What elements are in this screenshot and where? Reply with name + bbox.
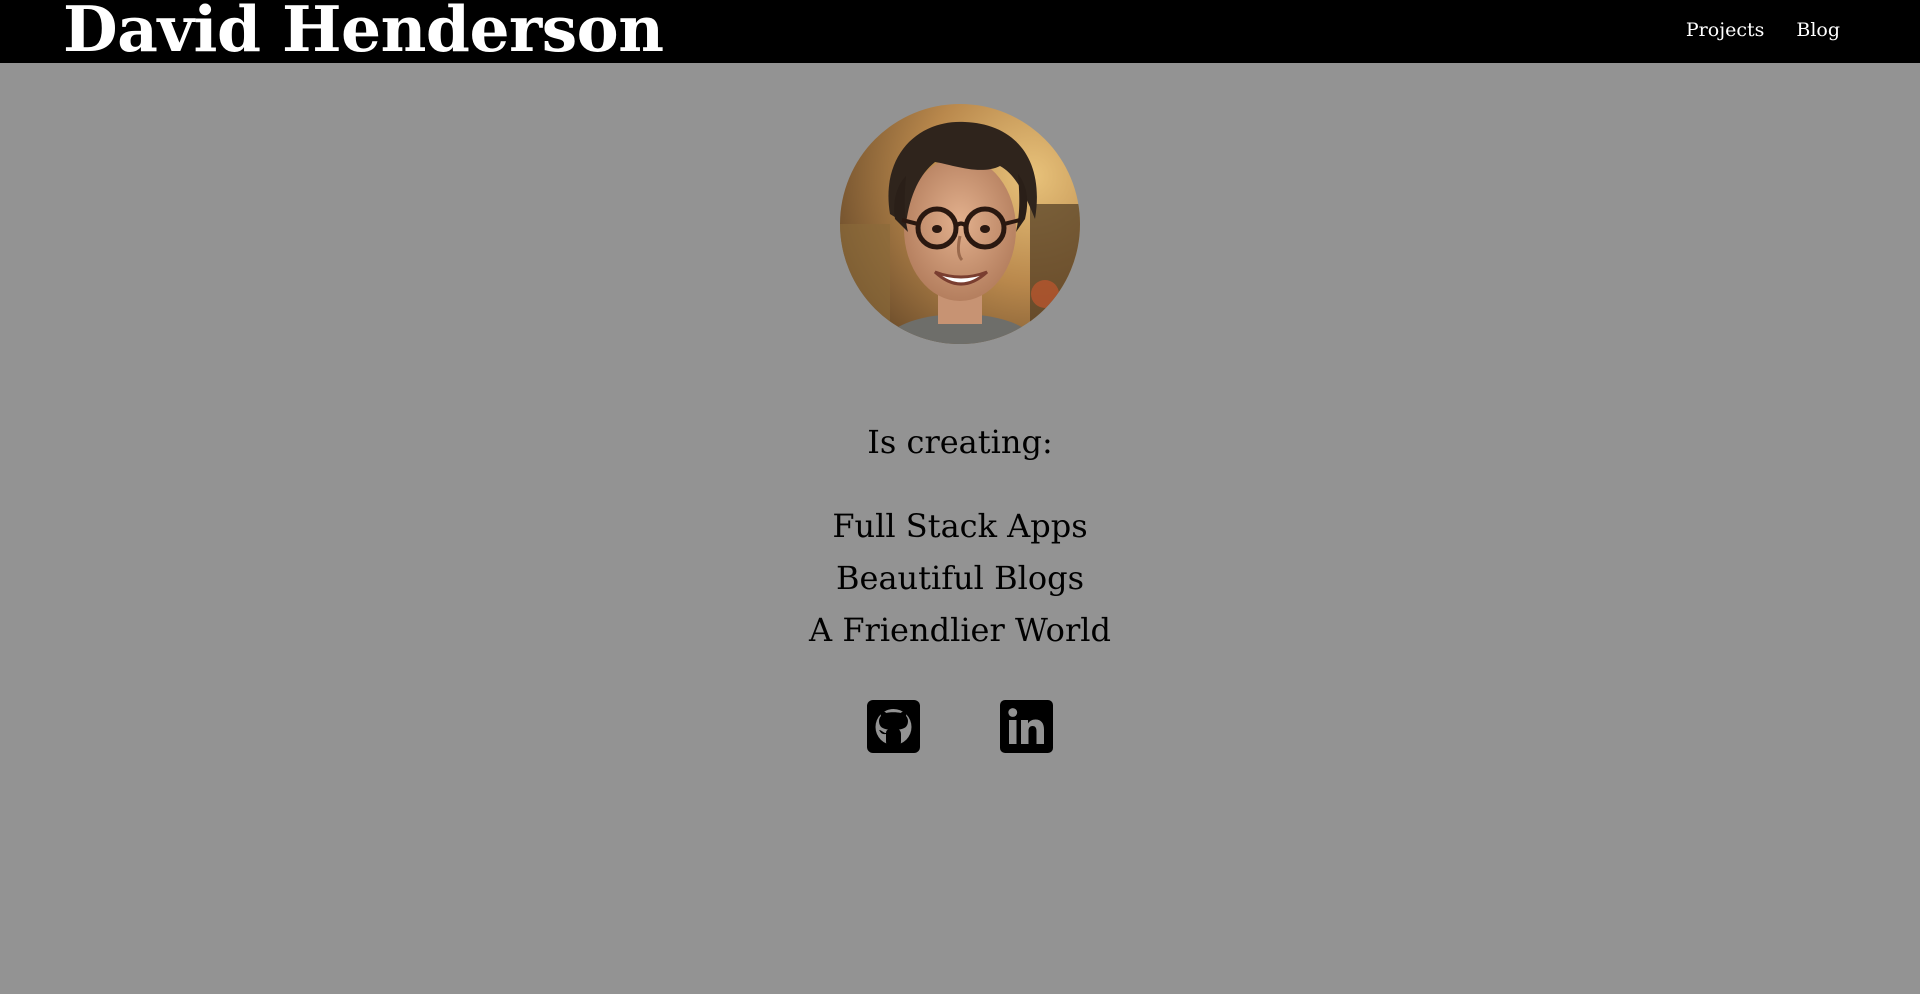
creating-list: Full Stack Apps Beautiful Blogs A Friend… <box>0 500 1920 656</box>
nav-link-blog[interactable]: Blog <box>1796 18 1840 42</box>
github-link[interactable] <box>867 700 920 753</box>
list-item: Beautiful Blogs <box>835 559 1084 597</box>
avatar <box>840 104 1080 344</box>
linkedin-icon <box>1000 700 1053 753</box>
social-links <box>867 700 1053 753</box>
profile-photo <box>840 104 1080 344</box>
site-header: David Henderson Projects Blog <box>0 0 1920 64</box>
linkedin-link[interactable] <box>1000 700 1053 753</box>
github-icon <box>867 700 920 753</box>
list-item: A Friendlier World <box>809 611 1111 649</box>
creating-heading: Is creating: <box>867 423 1053 461</box>
nav-link-projects[interactable]: Projects <box>1686 18 1764 42</box>
site-title[interactable]: David Henderson <box>63 0 664 64</box>
list-item: Full Stack Apps <box>832 507 1088 545</box>
main-nav: Projects Blog <box>1686 18 1840 42</box>
